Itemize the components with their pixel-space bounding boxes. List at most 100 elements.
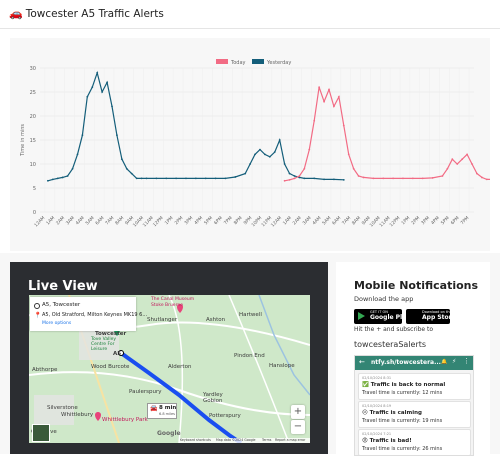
terms-link[interactable]: Terms xyxy=(262,438,271,442)
map-label-museum[interactable]: The Canal Museum Stoke Bruerne xyxy=(151,297,206,309)
data-point xyxy=(441,175,444,177)
map-footer: Keyboard shortcuts Map data ©2024 Google… xyxy=(179,438,310,443)
map-label: Yardley Gobion xyxy=(203,392,223,404)
y-tick-label: 25 xyxy=(30,90,36,96)
x-tick-label: 12PM xyxy=(388,215,401,228)
notification-title: 😐 Traffic is calming xyxy=(362,410,422,416)
data-point xyxy=(476,172,478,175)
notification-title: 😡 Traffic is bad! xyxy=(362,438,412,444)
data-point xyxy=(234,176,237,178)
data-point xyxy=(456,163,459,165)
data-point xyxy=(116,134,118,137)
phone-screenshot: ← ntfy.sh/towcestera... 🔔 ⚡ ⋮ 02/10/2024… xyxy=(354,355,474,456)
data-point xyxy=(357,175,360,177)
map-label: Tove Valley Centre For Leisure xyxy=(91,337,117,352)
data-point xyxy=(446,167,449,170)
map-label: Silverstone xyxy=(47,405,78,411)
x-tick-label: 4PM xyxy=(193,215,204,226)
x-tick-label: 1PM xyxy=(164,215,175,226)
x-tick-label: 2AM xyxy=(292,215,303,226)
satellite-toggle[interactable] xyxy=(32,424,50,442)
legend-label: Today xyxy=(230,60,246,66)
chart-card: 0 5 10 15 20 25 30 12AM 1AM 2AM 3AM 4AM 5AM 6AM 7AM 8AM… xyxy=(10,38,493,251)
map-label: Ashton xyxy=(206,317,226,323)
map-label[interactable]: Whittlebury Park xyxy=(102,417,148,423)
x-tick-label: 4PM xyxy=(430,215,441,226)
x-tick-label: 5PM xyxy=(203,215,214,226)
map-label: Potterspury xyxy=(209,413,241,419)
data-point xyxy=(298,175,301,177)
data-point xyxy=(185,177,187,180)
data-point xyxy=(347,153,350,156)
travel-time: 8 min xyxy=(159,405,177,411)
car-icon: 🚘 xyxy=(150,405,158,412)
car-icon: 🚗 xyxy=(9,7,23,20)
data-point xyxy=(313,119,316,122)
x-tick-label: 2AM xyxy=(55,215,66,226)
data-point xyxy=(308,148,311,151)
data-point xyxy=(263,153,266,156)
data-point xyxy=(135,177,138,180)
data-point xyxy=(352,167,355,170)
data-point xyxy=(96,71,99,74)
x-tick-label: 5AM xyxy=(84,215,95,226)
data-point xyxy=(91,86,94,89)
data-point xyxy=(224,177,227,180)
data-point xyxy=(106,81,108,84)
notification-item: 02/10/2024 7:21 😡 Traffic is bad! Travel… xyxy=(358,429,471,455)
map-label: Whittlebury xyxy=(61,412,94,418)
data-point xyxy=(175,177,178,180)
notification-item: 02/10/2024 8:31 ✅ Traffic is back to nor… xyxy=(358,373,471,400)
data-point xyxy=(283,179,286,182)
data-point xyxy=(101,91,104,93)
destination-pin-icon: 📍 xyxy=(34,312,42,319)
data-point xyxy=(392,177,395,180)
bell-icon: 🔔 xyxy=(441,359,448,365)
x-tick-label: 7PM xyxy=(223,215,234,226)
directions-origin: A5, Towcester xyxy=(42,302,81,308)
data-point xyxy=(165,177,168,180)
directions-panel[interactable]: A5, Towcester 📍 A5, Old Stratford, Milto… xyxy=(30,297,147,331)
y-tick-label: 0 xyxy=(33,210,36,216)
data-point xyxy=(204,177,207,180)
report-error-link[interactable]: Report a map error xyxy=(275,438,305,442)
data-point xyxy=(46,179,49,182)
data-point xyxy=(461,158,464,161)
app-store-badge[interactable]: Download on the App Store xyxy=(406,309,456,324)
more-options-link[interactable]: More options xyxy=(42,321,71,326)
subscribe-instructions: Hit the + and subscribe to xyxy=(354,326,434,333)
data-point xyxy=(268,155,271,158)
keyboard-shortcuts-link[interactable]: Keyboard shortcuts xyxy=(180,438,211,442)
google-map[interactable]: A5, Towcester 📍 A5, Old Stratford, Milto… xyxy=(29,295,310,443)
data-point xyxy=(342,124,345,127)
neutral-face-icon: 😐 xyxy=(362,410,368,416)
ntfy-app-bar: ← ntfy.sh/towcestera... 🔔 ⚡ ⋮ xyxy=(355,356,473,370)
data-point xyxy=(214,177,217,180)
zoom-out-button[interactable]: − xyxy=(291,420,305,434)
y-tick-label: 10 xyxy=(30,162,36,168)
y-axis-label: Time in mins xyxy=(20,124,26,157)
data-point xyxy=(480,176,483,179)
data-point xyxy=(254,153,256,156)
data-point xyxy=(111,105,113,108)
x-tick-label: 2PM xyxy=(410,215,421,226)
data-point xyxy=(293,177,296,180)
x-tick-label: 3AM xyxy=(65,215,76,226)
header: 🚗 Towcester A5 Traffic Alerts xyxy=(0,0,500,29)
x-tick-label: 7AM xyxy=(104,215,115,226)
data-point xyxy=(278,139,281,141)
travel-time-box[interactable]: 🚘 8 min 6.8 miles xyxy=(147,403,177,419)
map-label: Wood Burcote xyxy=(91,364,130,370)
y-tick-label: 5 xyxy=(33,186,36,192)
google-play-badge[interactable]: GET IT ON Google Play xyxy=(354,309,410,324)
x-tick-label: 12PM xyxy=(152,215,165,228)
angry-face-icon: 😡 xyxy=(362,438,368,444)
map-label: A5 xyxy=(113,351,122,357)
zoom-in-button[interactable]: + xyxy=(291,405,305,419)
series-line-yesterday xyxy=(47,70,344,182)
x-tick-label: 6AM xyxy=(94,215,105,226)
data-point xyxy=(76,153,79,156)
data-point xyxy=(259,148,261,151)
data-point xyxy=(342,178,345,181)
map-data-text: Map data ©2024 Google xyxy=(216,438,256,442)
